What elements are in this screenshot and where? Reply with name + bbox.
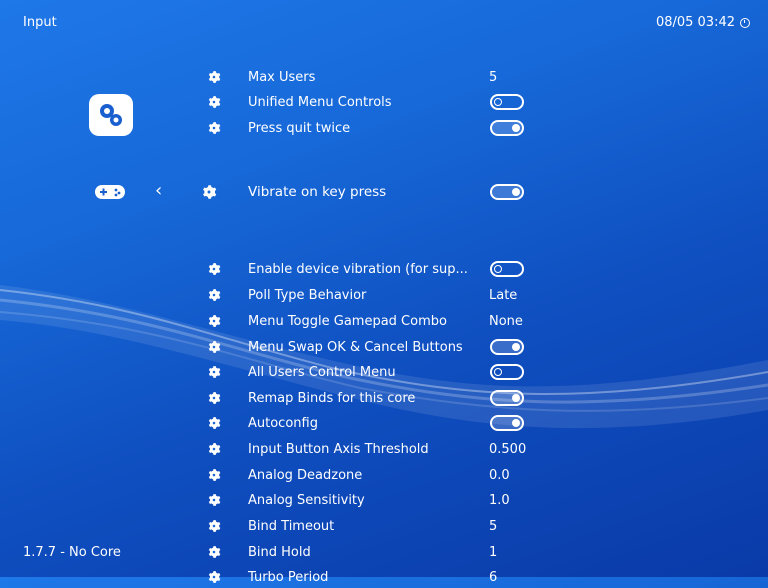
menu-item-value: 0.0: [489, 467, 510, 483]
gear-icon: [206, 94, 222, 110]
menu-item-label: Bind Timeout: [248, 518, 335, 534]
menu-item[interactable]: Autoconfig: [205, 412, 625, 434]
datetime-text: 08/05 03:42: [655, 15, 735, 30]
menu-item-label: Menu Toggle Gamepad Combo: [248, 313, 447, 329]
toggle-knob: [494, 98, 502, 106]
gear-icon: [206, 467, 222, 483]
menu-item-label: Max Users: [248, 69, 316, 85]
menu-item[interactable]: Poll Type Behavior Late: [205, 284, 625, 306]
page-title: Input: [23, 15, 57, 30]
menu-item-value: 1: [489, 544, 498, 560]
gear-icon: [206, 415, 222, 431]
toggle-switch[interactable]: [490, 364, 524, 380]
menu-item-label: Vibrate on key press: [248, 184, 387, 200]
gear-icon: [206, 313, 222, 329]
gear-icon: [206, 287, 222, 303]
menu-item-label: All Users Control Menu: [248, 364, 396, 380]
menu-item[interactable]: Input Button Axis Threshold 0.500: [205, 438, 625, 460]
menu-item[interactable]: Turbo Period 6: [205, 566, 625, 588]
menu-item-value: 6: [489, 569, 498, 585]
menu-item-label: Turbo Period: [248, 569, 329, 585]
menu-item[interactable]: Remap Binds for this core: [205, 387, 625, 409]
toggle-switch[interactable]: [490, 94, 524, 110]
menu-item[interactable]: All Users Control Menu: [205, 361, 625, 383]
menu-item-label: Poll Type Behavior: [248, 287, 367, 303]
toggle-knob: [512, 188, 520, 196]
menu-item[interactable]: Analog Sensitivity 1.0: [205, 489, 625, 511]
menu-item[interactable]: Enable device vibration (for sup...: [205, 258, 625, 280]
gear-icon: [206, 261, 222, 277]
gear-icon: [206, 518, 222, 534]
menu-item-label: Analog Sensitivity: [248, 492, 365, 508]
toggle-knob: [494, 368, 502, 376]
menu-item-value: Late: [489, 287, 518, 303]
menu-item-label: Analog Deadzone: [248, 467, 363, 483]
menu-item-label: Menu Swap OK & Cancel Buttons: [248, 339, 463, 355]
toggle-knob: [512, 394, 520, 402]
gear-icon: [206, 441, 222, 457]
clock-icon: [740, 17, 750, 28]
menu-item-label: Press quit twice: [248, 120, 351, 136]
gear-icon: [206, 569, 222, 585]
toggle-switch[interactable]: [490, 120, 524, 136]
toggle-switch[interactable]: [490, 415, 524, 431]
gear-icon: [206, 544, 222, 560]
gear-icon: [206, 390, 222, 406]
menu-item-label: Enable device vibration (for sup...: [248, 261, 468, 277]
toggle-switch[interactable]: [490, 261, 524, 277]
menu-item-value: 5: [489, 518, 498, 534]
menu-item-label: Autoconfig: [248, 415, 318, 431]
toggle-knob: [512, 124, 520, 132]
menu-item[interactable]: Menu Toggle Gamepad Combo None: [205, 310, 625, 332]
gamepad-icon[interactable]: [94, 182, 126, 202]
clock: 08/05 03:42: [656, 15, 750, 30]
menu-item-label: Input Button Axis Threshold: [248, 441, 429, 457]
gear-icon: [206, 120, 222, 136]
version-label: 1.7.7 - No Core: [23, 545, 121, 560]
menu-item[interactable]: Bind Timeout 5: [205, 515, 625, 537]
toggle-knob: [512, 343, 520, 351]
menu-item-value: 1.0: [489, 492, 510, 508]
toggle-switch[interactable]: [490, 184, 524, 200]
settings-gear-icon: [100, 104, 122, 126]
menu-item[interactable]: Analog Deadzone 0.0: [205, 464, 625, 486]
gear-icon: [206, 339, 222, 355]
gear-icon: [201, 184, 217, 200]
menu-item-value: None: [489, 313, 523, 329]
menu-item[interactable]: Menu Swap OK & Cancel Buttons: [205, 336, 625, 358]
menu-item-value: 5: [489, 69, 498, 85]
toggle-knob: [512, 419, 520, 427]
gear-icon: [206, 364, 222, 380]
menu-item[interactable]: Press quit twice: [205, 117, 625, 139]
settings-tab[interactable]: [89, 94, 133, 136]
gear-icon: [206, 492, 222, 508]
menu-item-value: 0.500: [489, 441, 527, 457]
menu-item-label: Bind Hold: [248, 544, 311, 560]
toggle-switch[interactable]: [490, 390, 524, 406]
menu-item[interactable]: Max Users 5: [205, 66, 625, 88]
menu-item[interactable]: Vibrate on key press: [203, 181, 625, 203]
toggle-knob: [494, 265, 502, 273]
gear-icon: [206, 69, 222, 85]
menu-item[interactable]: Unified Menu Controls: [205, 91, 625, 113]
menu-item-label: Unified Menu Controls: [248, 94, 392, 110]
toggle-switch[interactable]: [490, 339, 524, 355]
menu-item-label: Remap Binds for this core: [248, 390, 416, 406]
menu-item[interactable]: Bind Hold 1: [205, 541, 625, 563]
chevron-left-icon[interactable]: ‹: [155, 180, 162, 201]
